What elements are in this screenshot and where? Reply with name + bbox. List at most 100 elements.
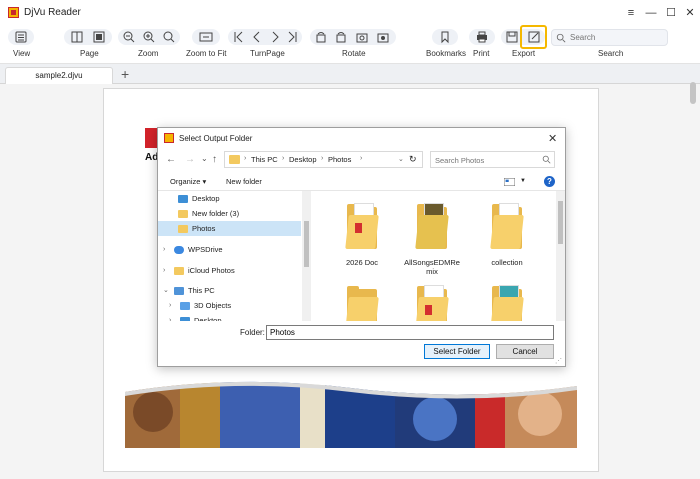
- up-arrow-icon[interactable]: ↑: [212, 154, 217, 165]
- folder-icon: [415, 201, 449, 249]
- breadcrumb-separator: ›: [321, 155, 324, 162]
- command-bar: Organize ▾ New folder ▼ ?: [158, 173, 565, 191]
- select-folder-button[interactable]: Select Folder: [424, 344, 490, 359]
- previous-page-icon[interactable]: [250, 29, 264, 45]
- folder-item-allsongs[interactable]: AllSongsEDMRemix: [401, 201, 463, 276]
- last-page-icon[interactable]: [285, 29, 299, 45]
- view-options-dropdown-icon[interactable]: ▼: [520, 178, 526, 184]
- folder-item-2026-doc[interactable]: 2026 Doc: [331, 201, 393, 267]
- nav-item-this-pc[interactable]: ⌄ This PC: [158, 283, 301, 298]
- close-button[interactable]: ✕: [683, 6, 697, 20]
- file-list-scroll-thumb[interactable]: [558, 201, 563, 244]
- save-icon[interactable]: [505, 29, 519, 45]
- nav-item-label: WPSDrive: [188, 245, 223, 254]
- cloud-icon: [174, 246, 184, 254]
- tab-document[interactable]: sample2.djvu: [5, 67, 113, 85]
- nav-item-desktop[interactable]: Desktop: [158, 191, 301, 206]
- bookmark-icon[interactable]: [438, 29, 452, 45]
- address-bar[interactable]: › This PC › Desktop › Photos › ⌄ ↻: [224, 151, 423, 168]
- folder-icon: [490, 201, 524, 249]
- organize-button[interactable]: Organize ▾: [170, 177, 206, 186]
- view-options-icon[interactable]: [504, 178, 515, 186]
- folder-item[interactable]: [401, 283, 463, 321]
- chevron-right-icon[interactable]: ›: [163, 263, 165, 278]
- single-page-icon[interactable]: [70, 29, 84, 45]
- double-page-icon[interactable]: [92, 29, 106, 45]
- zoom-to-fit-icon[interactable]: [199, 29, 213, 45]
- nav-item-desktop-pc[interactable]: › Desktop: [158, 313, 301, 321]
- folder-name: 2026 Doc: [345, 258, 379, 267]
- conference-banner-image: [125, 374, 577, 448]
- breadcrumb-this-pc[interactable]: This PC: [251, 155, 278, 164]
- forward-arrow-icon[interactable]: →: [185, 154, 195, 165]
- turn-page-label: TurnPage: [250, 49, 285, 58]
- address-dropdown-icon[interactable]: ⌄: [398, 155, 404, 163]
- zoom-out-icon[interactable]: [122, 29, 136, 45]
- chevron-right-icon[interactable]: ›: [163, 242, 165, 257]
- file-list: 2026 Doc AllSongsEDMRemix collection: [311, 190, 565, 321]
- app-title: DjVu Reader: [24, 7, 81, 18]
- nav-item-photos[interactable]: Photos: [158, 221, 301, 236]
- first-page-icon[interactable]: [232, 29, 246, 45]
- desktop-icon: [180, 317, 190, 321]
- dialog-search-input[interactable]: [435, 155, 535, 165]
- maximize-button[interactable]: ☐: [664, 6, 678, 20]
- zoom-in-icon[interactable]: [142, 29, 156, 45]
- rotate-page-left-icon[interactable]: [355, 29, 369, 45]
- print-icon[interactable]: [475, 29, 489, 45]
- nav-item-label: Photos: [192, 224, 216, 233]
- breadcrumb-desktop[interactable]: Desktop: [289, 155, 317, 164]
- dialog-search-box[interactable]: [430, 151, 555, 168]
- zoom-to-fit-label: Zoom to Fit: [186, 49, 227, 58]
- zoom-label: Zoom: [138, 49, 159, 58]
- folder-icon: [178, 210, 188, 218]
- nav-item-wpsdrive[interactable]: › WPSDrive: [158, 242, 301, 257]
- breadcrumb-separator: ›: [244, 155, 247, 162]
- folder-name-input[interactable]: [266, 325, 554, 340]
- nav-item-label: iCloud Photos: [188, 266, 235, 275]
- navigation-pane: Desktop New folder (3) Photos › WPSDrive…: [158, 190, 311, 321]
- zoom-actual-icon[interactable]: [162, 29, 176, 45]
- search-label: Search: [598, 49, 624, 58]
- tab-bar: sample2.djvu +: [0, 64, 700, 85]
- search-input[interactable]: [570, 32, 664, 43]
- view-icon[interactable]: [14, 29, 28, 45]
- chevron-right-icon[interactable]: ›: [169, 298, 171, 313]
- view-label: View: [13, 49, 31, 58]
- 3d-objects-icon: [180, 302, 190, 310]
- resize-grip-icon[interactable]: ⋰: [555, 357, 562, 365]
- toolbar: View Page Zoom Zoom to Fit TurnPage Rota…: [0, 26, 700, 64]
- back-arrow-icon[interactable]: ←: [166, 154, 176, 165]
- rotate-page-right-icon[interactable]: [376, 29, 390, 45]
- folder-item-collection[interactable]: collection: [476, 201, 538, 267]
- help-icon[interactable]: ?: [544, 176, 555, 187]
- dialog-title: Select Output Folder: [179, 134, 253, 143]
- minimize-button[interactable]: —: [644, 6, 658, 20]
- folder-label: Folder:: [240, 328, 265, 337]
- cancel-button[interactable]: Cancel: [496, 344, 554, 359]
- add-tab-icon[interactable]: +: [121, 66, 129, 82]
- rotate-left-icon[interactable]: [314, 29, 328, 45]
- chevron-right-icon[interactable]: ›: [169, 313, 171, 321]
- breadcrumb-photos[interactable]: Photos: [328, 155, 351, 164]
- bookmarks-label: Bookmarks: [426, 49, 467, 58]
- chevron-down-icon[interactable]: ⌄: [163, 283, 169, 298]
- select-output-folder-dialog: Select Output Folder ✕ ← → ⌄ ↑ › This PC…: [157, 127, 566, 367]
- refresh-icon[interactable]: ↻: [409, 154, 417, 165]
- folder-item[interactable]: [476, 283, 538, 321]
- new-folder-button[interactable]: New folder: [226, 177, 262, 186]
- nav-item-icloud-photos[interactable]: › iCloud Photos: [158, 263, 301, 278]
- navigation-pane-scroll-thumb[interactable]: [304, 221, 309, 267]
- page-label: Page: [80, 49, 99, 58]
- dialog-close-button[interactable]: ✕: [548, 132, 557, 145]
- recent-locations-icon[interactable]: ⌄: [201, 154, 208, 163]
- next-page-icon[interactable]: [268, 29, 282, 45]
- menu-icon[interactable]: ≡: [624, 6, 638, 20]
- nav-item-new-folder[interactable]: New folder (3): [158, 206, 301, 221]
- computer-icon: [174, 287, 184, 295]
- nav-item-3d-objects[interactable]: › 3D Objects: [158, 298, 301, 313]
- vertical-scrollbar[interactable]: [690, 82, 696, 104]
- folder-item[interactable]: [331, 283, 393, 321]
- toolbar-search-box[interactable]: [551, 29, 668, 46]
- rotate-right-icon[interactable]: [334, 29, 348, 45]
